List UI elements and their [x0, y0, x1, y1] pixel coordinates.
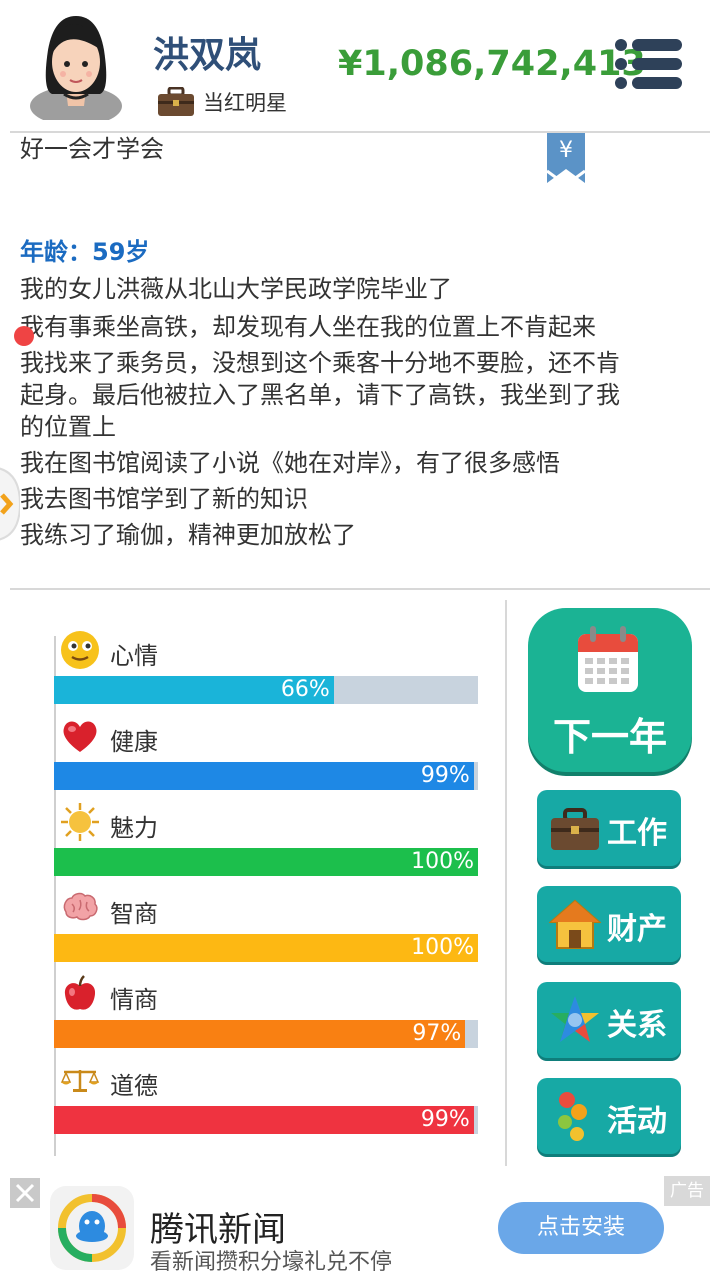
apple-icon	[64, 975, 96, 1010]
ad-subtitle: 看新闻攒积分壕礼兑不停	[150, 1250, 393, 1275]
stat-value: 99%	[420, 1107, 470, 1132]
divider	[10, 588, 710, 590]
close-icon	[15, 1183, 35, 1203]
tencent-news-icon	[58, 1194, 126, 1262]
ad-install-button[interactable]: 点击安装	[498, 1202, 664, 1254]
notification-dot	[14, 326, 34, 346]
log-line: 我有事乘坐高铁，却发现有人坐在我的位置上不肯起来	[20, 313, 596, 341]
stats-panel: 心情 66% 健康 99% 魅力 100% 智商 100% 情商 97% 道德 …	[0, 600, 505, 1166]
smiley-icon	[61, 631, 99, 669]
character-name: 洪双岚	[153, 35, 262, 76]
job-info: 当红明星	[157, 87, 287, 117]
property-label: 财产	[607, 912, 667, 947]
stat-charm: 魅力 100%	[54, 772, 478, 876]
stat-iq: 智商 100%	[54, 858, 478, 962]
stat-bar-track: 99%	[54, 1106, 478, 1134]
log-line: 我练习了瑜伽，精神更加放松了	[20, 521, 356, 549]
app-screen: 洪双岚 当红明星 ¥1,086,742,413 好一会才学会 年龄：59岁 我的…	[0, 0, 720, 1280]
header: 洪双岚 当红明星 ¥1,086,742,413	[0, 0, 720, 132]
menu-icon[interactable]	[614, 38, 684, 90]
log-line: 我去图书馆学到了新的知识	[20, 485, 308, 513]
heart-icon	[63, 721, 97, 752]
ad-close-button[interactable]	[10, 1178, 40, 1208]
sun-icon	[61, 803, 99, 841]
stat-label: 心情	[110, 642, 158, 670]
house-icon	[549, 899, 601, 949]
stat-mood: 心情 66%	[54, 600, 478, 704]
ad-tag: 广告	[664, 1176, 710, 1206]
life-log[interactable]: 好一会才学会 年龄：59岁 我的女儿洪薇从北山大学民政学院毕业了 我有事乘坐高铁…	[0, 133, 720, 588]
star-icon	[551, 996, 599, 1042]
relations-label: 关系	[607, 1008, 667, 1043]
yuan-bookmark-icon[interactable]: ¥	[546, 133, 586, 185]
stat-morality: 道德 99%	[54, 1030, 478, 1134]
relations-button[interactable]: 关系	[537, 982, 681, 1058]
stat-label: 健康	[110, 728, 158, 756]
log-line: 好一会才学会	[20, 135, 164, 163]
job-title: 当红明星	[203, 91, 287, 115]
bookmark-symbol: ¥	[559, 138, 573, 163]
money-balance: ¥1,086,742,413	[338, 44, 646, 84]
stat-label: 情商	[110, 986, 158, 1014]
stat-label: 道德	[110, 1072, 158, 1100]
age-label: 年龄：59岁	[20, 238, 150, 266]
log-line: 起身。最后他被拉入了黑名单，请下了高铁，我坐到了我	[20, 381, 620, 409]
scales-icon	[60, 1070, 100, 1092]
stat-label: 魅力	[110, 814, 158, 842]
briefcase-icon	[551, 808, 599, 850]
divider	[505, 600, 507, 1166]
stat-health: 健康 99%	[54, 686, 478, 790]
ad-banner[interactable]: 广告 腾讯新闻 看新闻攒积分壕礼兑不停 点击安装	[0, 1176, 720, 1280]
avatar[interactable]	[26, 10, 126, 120]
log-line: 我的女儿洪薇从北山大学民政学院毕业了	[20, 275, 452, 303]
side-drawer-handle[interactable]	[0, 467, 20, 541]
activities-label: 活动	[607, 1104, 667, 1139]
calendar-icon	[578, 626, 638, 692]
stat-bar-fill: 99%	[54, 1106, 474, 1134]
activity-dots-icon	[558, 1092, 587, 1141]
log-line: 的位置上	[20, 413, 116, 441]
work-button[interactable]: 工作	[537, 790, 681, 866]
log-line: 我找来了乘务员，没想到这个乘客十分地不要脸，还不肯	[20, 349, 620, 377]
next-year-button[interactable]: 下一年	[528, 608, 692, 772]
stat-eq: 情商 97%	[54, 944, 478, 1048]
next-year-label: 下一年	[552, 715, 667, 759]
tencent-news-logo[interactable]	[50, 1186, 134, 1270]
activities-button[interactable]: 活动	[537, 1078, 681, 1154]
stat-label: 智商	[110, 900, 158, 928]
log-line: 我在图书馆阅读了小说《她在对岸》，有了很多感悟	[20, 449, 560, 477]
property-button[interactable]: 财产	[537, 886, 681, 962]
brain-icon	[63, 892, 98, 921]
briefcase-icon	[158, 87, 194, 116]
work-label: 工作	[607, 816, 667, 851]
